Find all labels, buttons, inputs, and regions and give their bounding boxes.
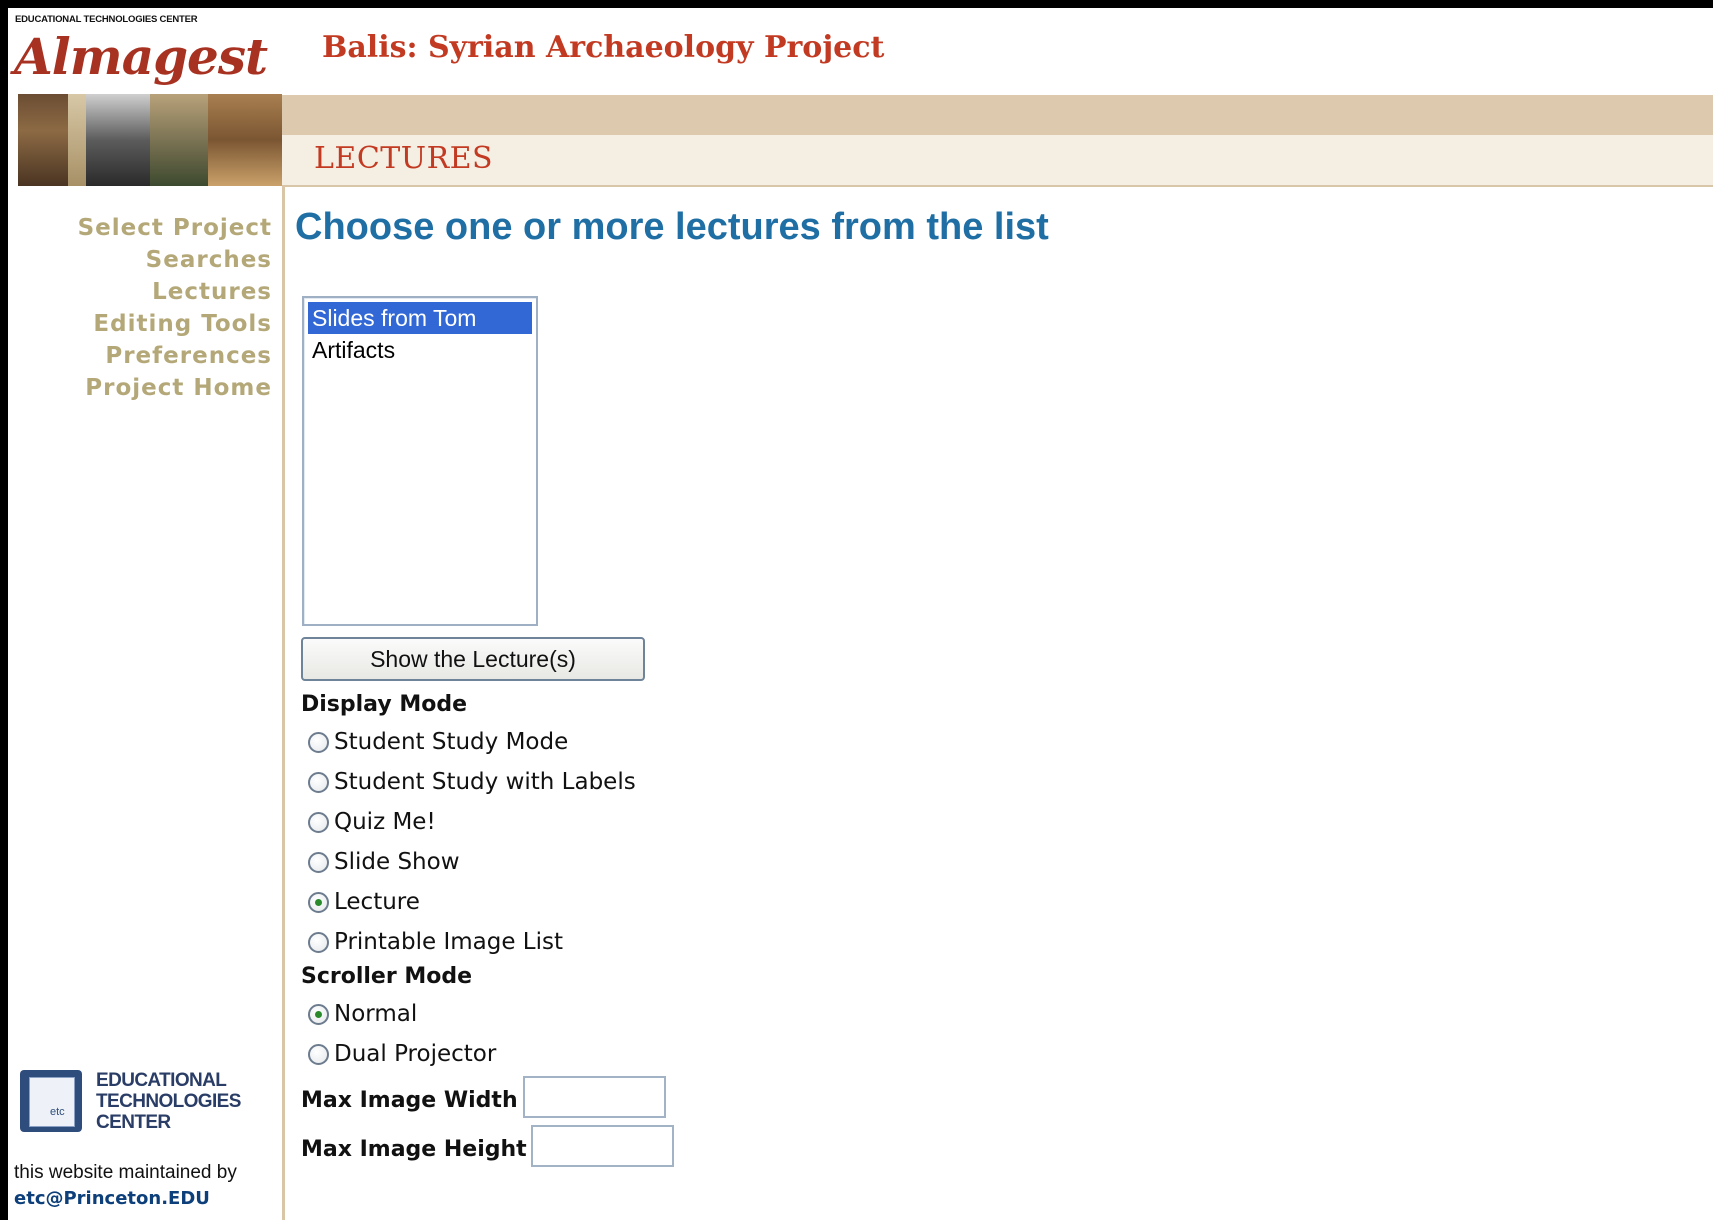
display-mode-label: Display Mode bbox=[301, 692, 468, 717]
etc-caption: EDUCATIONAL TECHNOLOGIES CENTER bbox=[15, 14, 198, 25]
nav-editing-tools[interactable]: Editing Tools bbox=[12, 308, 272, 340]
scroller-mode-label: Scroller Mode bbox=[301, 964, 473, 989]
show-lectures-button[interactable]: Show the Lecture(s) bbox=[301, 637, 645, 681]
nav-select-project[interactable]: Select Project bbox=[12, 212, 272, 244]
nav-preferences[interactable]: Preferences bbox=[12, 340, 272, 372]
radio-button-checked-icon[interactable] bbox=[308, 891, 329, 913]
radio-student-study-mode[interactable]: Student Study Mode bbox=[308, 724, 568, 760]
window-frame-left bbox=[0, 0, 8, 1220]
nav-lectures[interactable]: Lectures bbox=[12, 276, 272, 308]
window-frame-top bbox=[0, 0, 1713, 8]
site-title: Balis: Syrian Archaeology Project bbox=[322, 30, 885, 65]
lecture-listbox[interactable]: Slides from Tom Artifacts bbox=[302, 296, 538, 626]
radio-button-icon[interactable] bbox=[308, 771, 329, 793]
radio-button-icon[interactable] bbox=[308, 731, 329, 753]
etc-logo-name: EDUCATIONAL TECHNOLOGIES CENTER bbox=[96, 1070, 241, 1133]
radio-student-study-with-labels[interactable]: Student Study with Labels bbox=[308, 764, 636, 800]
lecture-option-artifacts[interactable]: Artifacts bbox=[308, 334, 532, 366]
lecture-option-slides-from-tom[interactable]: Slides from Tom bbox=[308, 302, 532, 334]
nav-project-home[interactable]: Project Home bbox=[12, 372, 272, 404]
page-heading: Choose one or more lectures from the lis… bbox=[295, 206, 1049, 248]
maintained-by-text: this website maintained by bbox=[14, 1162, 237, 1183]
contact-email-link[interactable]: etc@Princeton.EDU bbox=[14, 1188, 210, 1209]
radio-dual-projector[interactable]: Dual Projector bbox=[308, 1036, 496, 1072]
radio-printable-image-list[interactable]: Printable Image List bbox=[308, 924, 563, 960]
radio-button-icon[interactable] bbox=[308, 931, 329, 953]
logo-image-strip bbox=[18, 94, 282, 186]
max-image-width-input[interactable] bbox=[523, 1076, 666, 1118]
max-image-height-label: Max Image Height bbox=[301, 1137, 527, 1162]
section-band: LECTURES bbox=[282, 135, 1713, 187]
section-title: LECTURES bbox=[314, 141, 494, 176]
radio-normal[interactable]: Normal bbox=[308, 996, 417, 1032]
nav-searches[interactable]: Searches bbox=[12, 244, 272, 276]
etc-logo[interactable]: etc EDUCATIONAL TECHNOLOGIES CENTER bbox=[20, 1068, 282, 1138]
radio-slide-show[interactable]: Slide Show bbox=[308, 844, 460, 880]
radio-lecture[interactable]: Lecture bbox=[308, 884, 420, 920]
almagest-logo[interactable]: EDUCATIONAL TECHNOLOGIES CENTER Almagest bbox=[12, 8, 282, 186]
etc-logo-icon: etc bbox=[20, 1070, 82, 1132]
etc-logo-icon-text: etc bbox=[50, 1106, 65, 1118]
almagest-wordmark: Almagest bbox=[14, 27, 268, 86]
header-title-row: Balis: Syrian Archaeology Project bbox=[282, 8, 1713, 95]
radio-button-icon[interactable] bbox=[308, 811, 329, 833]
max-image-height-input[interactable] bbox=[531, 1125, 674, 1167]
sidebar-divider bbox=[282, 186, 285, 1220]
radio-button-icon[interactable] bbox=[308, 851, 329, 873]
radio-button-icon[interactable] bbox=[308, 1043, 329, 1065]
max-image-width-label: Max Image Width bbox=[301, 1088, 518, 1113]
radio-quiz-me[interactable]: Quiz Me! bbox=[308, 804, 436, 840]
header-band bbox=[282, 95, 1713, 135]
radio-button-checked-icon[interactable] bbox=[308, 1003, 329, 1025]
sidebar-nav: Select Project Searches Lectures Editing… bbox=[12, 212, 272, 404]
